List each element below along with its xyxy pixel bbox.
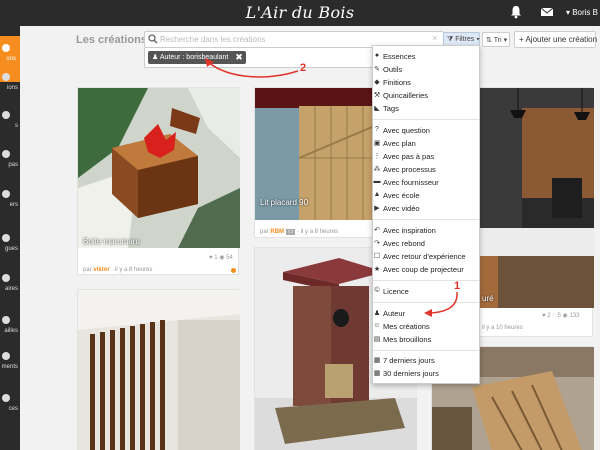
annotation-arrowhead-1 [424,309,432,317]
annotation-arrow-1 [429,291,458,314]
annotation-arrow-2 [207,61,299,78]
annotation-label-1: 1 [454,280,461,292]
annotation-label-2: 2 [300,62,307,74]
